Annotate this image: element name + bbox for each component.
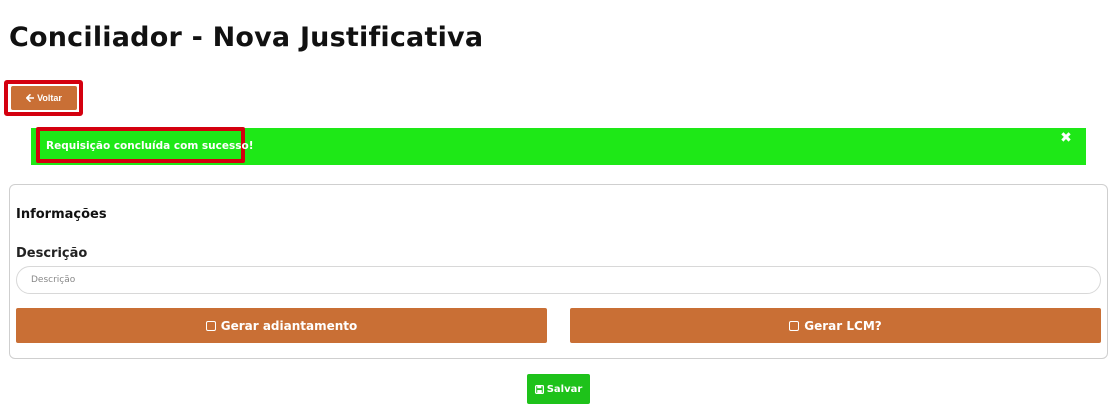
- save-button[interactable]: Salvar: [527, 374, 590, 404]
- back-button-label: Voltar: [37, 93, 62, 103]
- generate-lcm-button[interactable]: Gerar LCM?: [570, 308, 1101, 343]
- floppy-disk-icon: [534, 384, 544, 394]
- save-button-label: Salvar: [546, 383, 583, 395]
- checkbox-icon: [205, 320, 216, 331]
- section-title: Informações: [16, 207, 107, 222]
- close-icon[interactable]: ✖: [1059, 131, 1073, 145]
- description-input[interactable]: [16, 266, 1101, 294]
- back-button[interactable]: Voltar: [11, 86, 77, 110]
- generate-lcm-label: Gerar LCM?: [804, 318, 882, 333]
- page-title: Conciliador - Nova Justificativa: [9, 22, 484, 53]
- alert-message: Requisição concluída com sucesso!: [46, 140, 254, 152]
- description-label: Descrição: [16, 246, 88, 261]
- arrow-left-icon: [26, 94, 35, 102]
- checkbox-icon: [789, 320, 800, 331]
- generate-advance-button[interactable]: Gerar adiantamento: [16, 308, 547, 343]
- generate-advance-label: Gerar adiantamento: [220, 318, 358, 333]
